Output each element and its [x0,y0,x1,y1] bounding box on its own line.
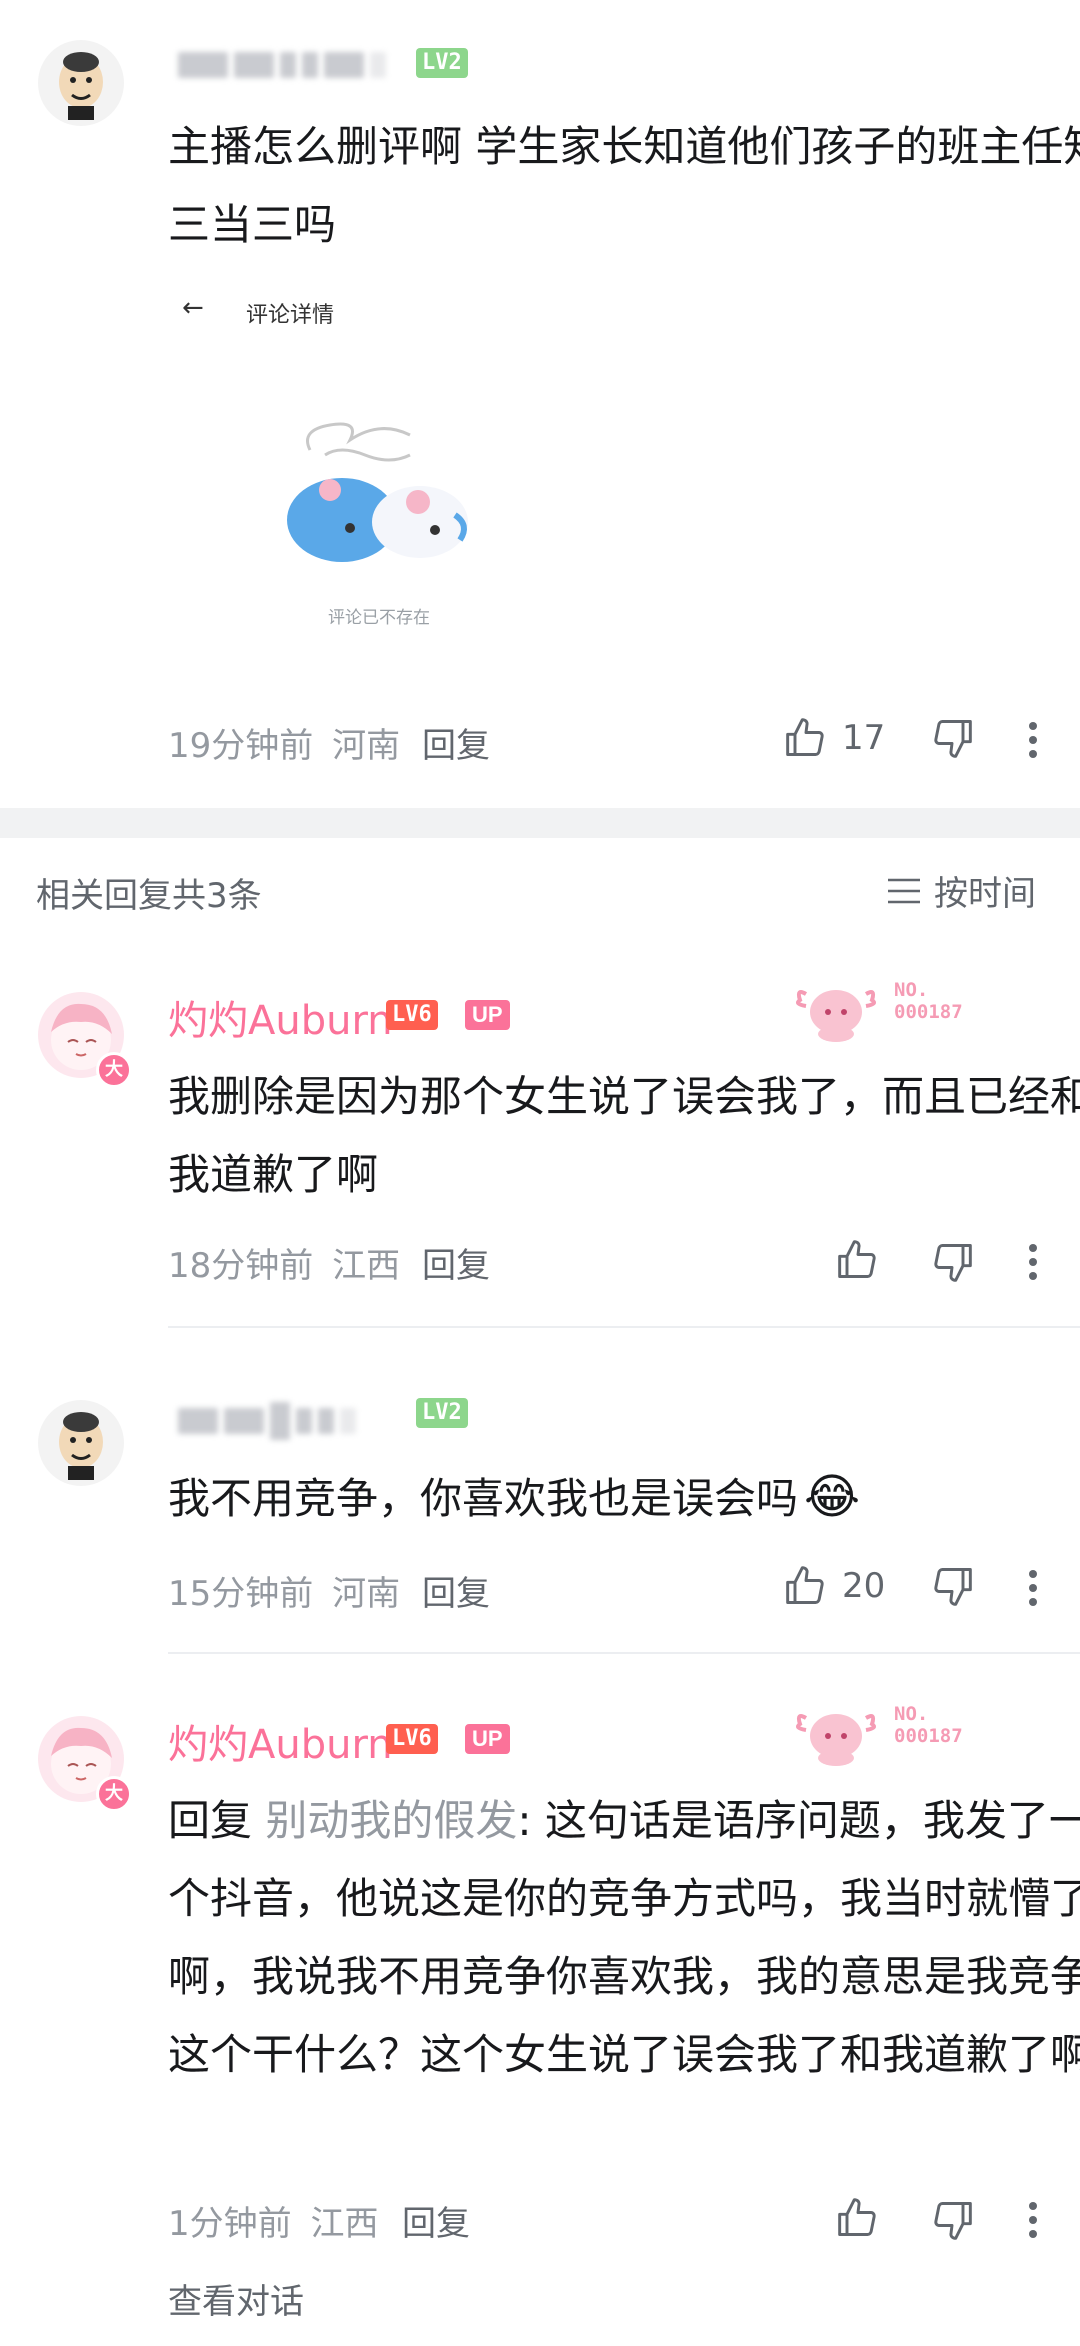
reply-text-body: 我不用竞争，你喜欢我也是误会吗 [168,1474,799,1523]
level-badge: LV6 [386,1000,438,1030]
fan-medal: NO. 000187 [790,1698,990,1768]
dislike-button[interactable] [930,2198,974,2242]
like-count: 17 [842,718,886,758]
up-badge: UP [465,1000,510,1030]
axolotl-fan-icon [796,990,876,1042]
like-count: 20 [842,1566,886,1606]
reply-text: 我删除是因为那个女生说了误会我了，而且已经和我道歉了啊 [168,1072,1080,1199]
like-button[interactable] [836,1238,880,1282]
up-badge: UP [465,1724,510,1754]
avatar-badge: 大 [96,1052,132,1088]
level-badge: LV6 [386,1724,438,1754]
divider [168,1652,1080,1654]
level-badge: LV2 [416,48,468,78]
dislike-button[interactable] [930,716,974,760]
comment-text: 主播怎么删评啊 学生家长知道他们孩子的班主任知三当三吗 [168,122,1080,249]
time-text: 1分钟前 [168,2204,292,2244]
dislike-button[interactable] [930,1240,974,1284]
thumb-up-icon [786,718,824,756]
comment-detail-embed: ← 评论详情 评论已不存在 [170,275,590,645]
reply-text: 回复 别动我的假发: 这句话是语序问题，我发了一个抖音，他说这是你的竞争方式吗，… [168,1782,1080,2094]
embed-title: 评论详情 [246,303,335,328]
fan-medal-label-2: 000187 [894,1725,963,1747]
section-separator [0,808,1080,838]
avatar-badge: 大 [96,1776,132,1812]
thumb-up-icon [838,1240,876,1278]
user-avatar-icon [59,1412,103,1480]
thumb-up-icon [838,2198,876,2236]
divider [168,1326,1080,1328]
reply-target-link[interactable]: 别动我的假发 [265,1796,517,1845]
fan-medal-label-2: 000187 [894,1001,963,1023]
reply-prefix: 回复 [168,1796,253,1845]
blurred-username[interactable] [178,52,386,78]
reply-button[interactable]: 回复 [422,718,490,767]
section-title: 相关回复共3条 [36,876,262,916]
level-badge: LV2 [416,1398,468,1428]
thumb-down-icon [934,1244,972,1282]
reply-button[interactable]: 回复 [422,1566,490,1615]
reply-meta: 1分钟前 江西 [168,2196,378,2245]
time-text: 19分钟前 [168,726,314,766]
comment-time: 19分钟前 河南 [168,718,400,767]
fan-medal-label-1: NO. [894,979,929,1001]
location-text: 江西 [310,2204,379,2244]
location-text: 江西 [332,1246,401,1286]
time-text: 18分钟前 [168,1246,314,1286]
more-options-icon[interactable] [1028,1570,1038,1610]
username[interactable]: 灼灼Auburn [168,1712,393,1770]
thumb-down-icon [934,1568,972,1606]
reply-text: 我不用竞争，你喜欢我也是误会吗 😂 [168,1458,860,1538]
empty-state-illustration-icon [287,422,468,562]
fan-medal: NO. 000187 [790,974,990,1044]
empty-state-text: 评论已不存在 [328,608,430,628]
reply-button[interactable]: 回复 [422,1238,490,1287]
laugh-cry-emoji-icon: 😂 [804,1469,861,1525]
more-options-icon[interactable] [1028,722,1038,762]
thumb-down-icon [934,720,972,758]
thumb-down-icon [934,2202,972,2240]
more-options-icon[interactable] [1028,1244,1038,1284]
fan-medal-label-1: NO. [894,1703,929,1725]
sort-list-icon [888,878,920,903]
sort-button[interactable]: 按时间 [886,866,1036,915]
sort-label: 按时间 [934,874,1036,914]
reply-meta: 15分钟前 河南 [168,1566,400,1615]
like-button[interactable]: 20 [784,1560,885,1612]
blurred-username[interactable] [178,1402,356,1440]
user-avatar-icon [59,52,103,120]
location-text: 河南 [332,726,401,766]
like-button[interactable]: 17 [784,712,885,764]
location-text: 河南 [332,1574,401,1614]
like-button[interactable] [836,2196,880,2240]
view-conversation-link[interactable]: 查看对话 [168,2274,304,2323]
reply-meta: 18分钟前 江西 [168,1238,400,1287]
back-arrow-icon: ← [182,293,204,323]
axolotl-fan-icon [796,1714,876,1766]
avatar[interactable] [38,40,124,126]
dislike-button[interactable] [930,1564,974,1608]
reply-button[interactable]: 回复 [402,2196,470,2245]
more-options-icon[interactable] [1028,2202,1038,2242]
username[interactable]: 灼灼Auburn [168,988,393,1046]
thumb-up-icon [786,1566,824,1604]
time-text: 15分钟前 [168,1574,314,1614]
avatar[interactable] [38,1400,124,1486]
